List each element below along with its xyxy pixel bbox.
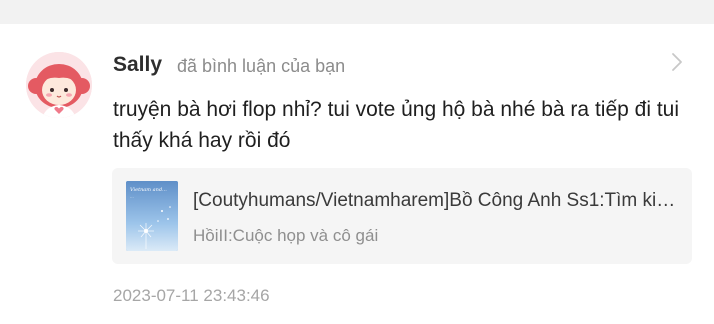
comment-notification[interactable]: Sally đã bình luận của bạn truyện bà hơi… (0, 24, 714, 324)
story-cover-image: Vietnam and... ... (126, 181, 178, 251)
chevron-right-icon[interactable] (668, 51, 686, 73)
story-card[interactable]: Vietnam and... ... [Coutyhumans/Vietnamh… (112, 168, 692, 264)
cover-text-line1: Vietnam and... (130, 187, 167, 193)
comment-body: truyện bà hơi flop nhỉ? tui vote ủng hộ … (113, 98, 679, 152)
comment-timestamp: 2023-07-11 23:43:46 (113, 286, 270, 305)
chapter-title: HồiII:Cuộc họp và cô gái (193, 226, 379, 245)
story-title: [Coutyhumans/Vietnamharem]Bồ Công Anh Ss… (193, 190, 679, 211)
top-divider-strip (0, 0, 714, 24)
username[interactable]: Sally (113, 52, 162, 78)
action-text: đã bình luận của bạn (177, 56, 346, 76)
user-avatar[interactable] (26, 52, 92, 118)
avatar-cartoon-girl-icon (26, 52, 92, 118)
cover-text-line2: ... (130, 194, 134, 199)
notification-page: Sally đã bình luận của bạn truyện bà hơi… (0, 0, 714, 324)
